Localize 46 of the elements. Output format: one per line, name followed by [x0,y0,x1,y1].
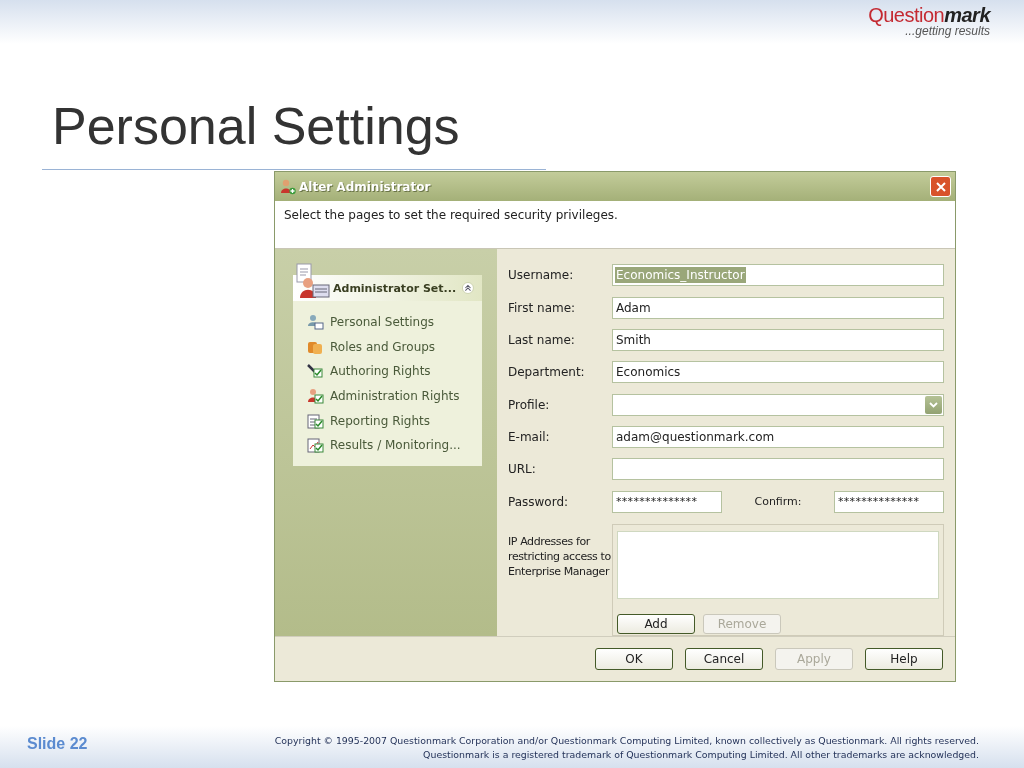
input-field[interactable]: adam@questionmark.com [612,426,944,449]
field-label: Department: [508,365,586,380]
task-link[interactable]: Administration Rights [307,383,482,409]
list-box[interactable] [617,531,939,599]
dialog-button[interactable]: Help [865,648,943,670]
dialog-button[interactable]: Add [617,614,695,634]
logo-wordmark: Questionmark [868,5,990,25]
task-link[interactable]: Authoring Rights [307,359,482,384]
slide-number: Slide 22 [27,734,88,753]
field-label: Profile: [508,397,551,412]
users-icon [307,314,324,331]
field-label: Last name: [508,332,576,347]
dialog-button[interactable]: Cancel [685,648,763,670]
user-add-icon [280,178,296,195]
field-label: Password: [508,494,570,509]
field-label: Confirm: [753,495,803,509]
input-field[interactable]: Smith [612,328,944,351]
field-label: URL: [508,462,537,477]
task-link[interactable]: Results / Monitoring... [307,432,482,458]
field-label: IP Addresses for restricting access to Enterprise Manager [508,534,612,580]
copyright-text: Copyright © 1995-2007 Questionmark Corporation and/or Questionmark Computing Limited, known collectively as Questionmark. All rights reserved. [274,734,979,748]
input-field[interactable] [612,458,944,481]
dialog-button[interactable]: OK [595,648,673,670]
task-link[interactable]: Reporting Rights [307,408,482,433]
field-label: First name: [508,300,577,315]
password-field[interactable]: ************** [834,490,944,513]
copyright-text: Questionmark is a registered trademark of Questionmark Computing Limited. All other trademarks are acknowledged. [423,748,979,762]
user-check-icon [307,388,324,405]
task-link[interactable]: Roles and Groups [307,334,482,360]
field-label: E-mail: [508,430,551,445]
password-field[interactable]: ************** [612,490,722,513]
close-icon [935,181,946,192]
task-link[interactable]: Personal Settings [307,310,482,335]
input-field[interactable]: Adam [612,296,944,319]
chart-check-icon [307,437,324,454]
pen-check-icon [307,363,324,380]
logo-tagline: ...getting results [905,25,990,37]
window-title: Alter Administrator [299,179,432,194]
report-check-icon [307,412,324,429]
close-button[interactable] [930,176,951,197]
dropdown-field[interactable] [612,393,944,416]
field-label: Username: [508,268,575,283]
input-field[interactable]: Economics [612,361,944,384]
user-document-icon [296,263,330,299]
slide-title: Personal Settings [52,96,461,157]
instruction-text: Select the pages to set the required security privileges. [284,208,619,222]
